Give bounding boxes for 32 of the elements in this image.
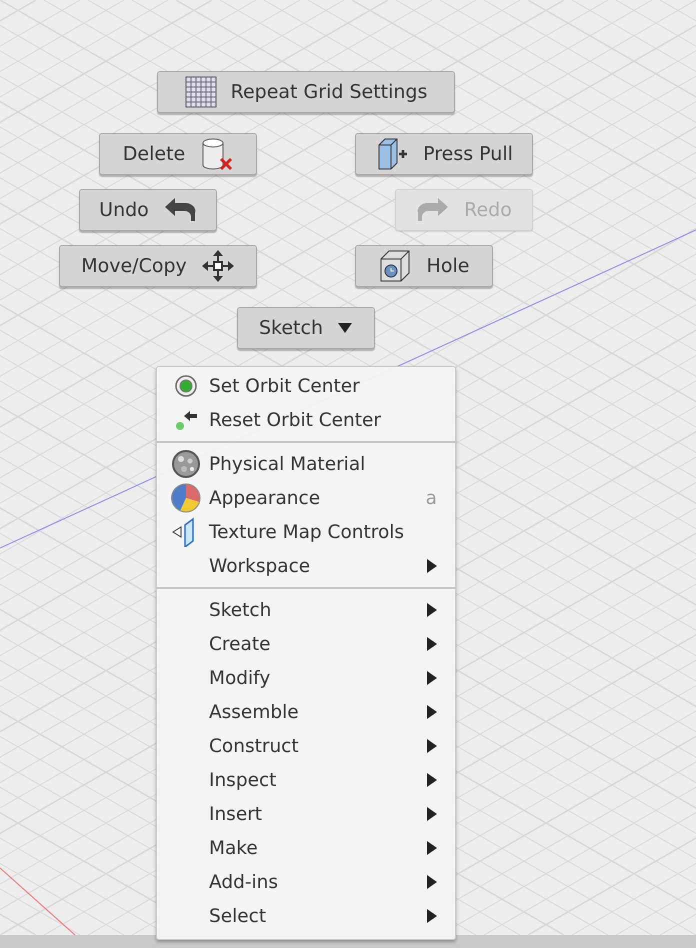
menu-item[interactable]: Appearance a: [157, 481, 455, 515]
grid-icon: [184, 76, 217, 108]
undo-arrow-icon: [162, 197, 197, 223]
menu-item[interactable]: Assemble: [157, 695, 455, 729]
menu-item[interactable]: Create: [157, 627, 455, 661]
marking-menu-button[interactable]: Undo: [79, 189, 217, 231]
menu-item[interactable]: Workspace: [157, 549, 455, 583]
color-sphere-icon: [170, 482, 202, 514]
marking-menu-button[interactable]: Move/Copy: [59, 245, 257, 287]
menu-item[interactable]: Texture Map Controls: [157, 515, 455, 549]
marking-menu-button[interactable]: Hole: [355, 245, 493, 287]
menu-item[interactable]: Physical Material: [157, 447, 455, 481]
menu-item[interactable]: Reset Orbit Center: [157, 403, 455, 437]
marking-menu-button[interactable]: Delete: [99, 133, 257, 175]
menu-item[interactable]: Set Orbit Center: [157, 369, 455, 403]
redo-arrow-icon: [416, 197, 450, 223]
menu-item[interactable]: Select: [157, 899, 455, 933]
orbit-target-icon: [174, 374, 198, 398]
menu-item[interactable]: Make: [157, 831, 455, 865]
menu-item[interactable]: Inspect: [157, 763, 455, 797]
dropdown-button[interactable]: Sketch: [237, 307, 375, 349]
arrow-dot-icon: [174, 408, 198, 432]
menu-item[interactable]: Construct: [157, 729, 455, 763]
move-arrows-icon: [200, 249, 235, 283]
menu-item[interactable]: Sketch: [157, 593, 455, 627]
menu-item[interactable]: Add-ins: [157, 865, 455, 899]
menu-item[interactable]: Insert: [157, 797, 455, 831]
marking-menu-button[interactable]: Press Pull: [355, 133, 533, 175]
marking-menu-button[interactable]: Repeat Grid Settings: [157, 71, 455, 113]
caret-icon: [337, 322, 353, 334]
sphere-icon: [171, 449, 201, 479]
menu-item[interactable]: Modify: [157, 661, 455, 695]
